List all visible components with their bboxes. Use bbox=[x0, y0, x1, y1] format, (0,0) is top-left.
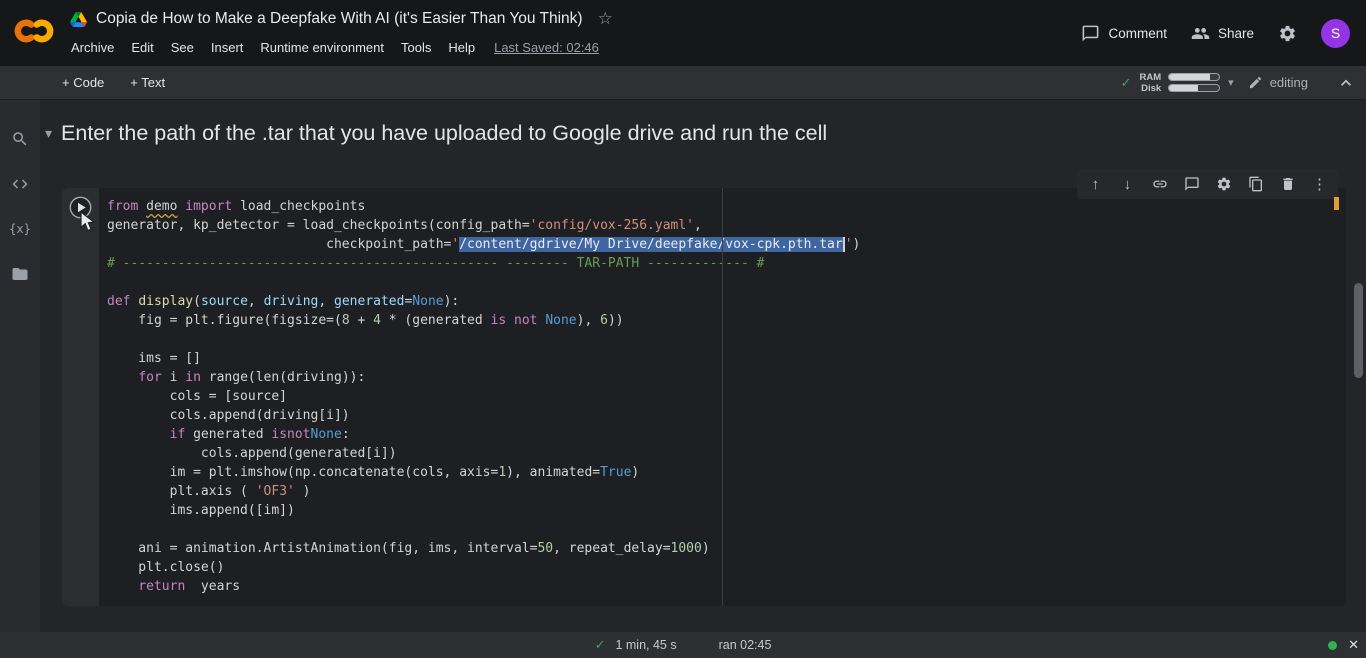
code-line[interactable]: ims.append([im]) bbox=[107, 501, 1346, 520]
code-cell[interactable]: ↑ ↓ ⋮ bbox=[62, 188, 1346, 606]
collapse-section-icon[interactable]: ▾ bbox=[45, 125, 52, 142]
code-line[interactable]: cols.append(driving[i]) bbox=[107, 406, 1346, 425]
code-line[interactable] bbox=[107, 520, 1346, 539]
comment-label: Comment bbox=[1108, 26, 1167, 41]
status-bar: ✓ 1 min, 45 s ran 02:45 ✕ bbox=[0, 632, 1366, 658]
avatar[interactable]: S bbox=[1321, 19, 1350, 48]
ram-label: RAM bbox=[1140, 72, 1162, 83]
ram-usage-bar bbox=[1168, 73, 1220, 81]
code-line[interactable]: return years bbox=[107, 577, 1346, 596]
share-label: Share bbox=[1218, 26, 1254, 41]
code-line[interactable]: plt.close() bbox=[107, 558, 1346, 577]
column-ruler bbox=[722, 188, 723, 606]
code-line[interactable]: checkpoint_path='/content/gdrive/My Driv… bbox=[107, 235, 1346, 254]
mouse-cursor bbox=[80, 211, 97, 233]
colab-logo-icon[interactable] bbox=[12, 16, 56, 46]
files-folder-icon[interactable] bbox=[11, 265, 29, 283]
status-check-icon: ✓ bbox=[595, 637, 606, 653]
code-line[interactable] bbox=[107, 273, 1346, 292]
code-line[interactable]: ani = animation.ArtistAnimation(fig, ims… bbox=[107, 539, 1346, 558]
code-line[interactable]: cols = [source] bbox=[107, 387, 1346, 406]
disk-usage-bar bbox=[1168, 84, 1220, 92]
editing-label: editing bbox=[1270, 75, 1308, 90]
menu-item-edit[interactable]: Edit bbox=[131, 40, 153, 55]
code-line[interactable]: im = plt.imshow(np.concatenate(cols, axi… bbox=[107, 463, 1346, 482]
code-line[interactable]: fig = plt.figure(figsize=(8 + 4 * (gener… bbox=[107, 311, 1346, 330]
disk-label: Disk bbox=[1140, 83, 1162, 94]
page-scrollbar-thumb[interactable] bbox=[1354, 283, 1363, 378]
code-line[interactable] bbox=[107, 330, 1346, 349]
add-text-button[interactable]: + Text bbox=[130, 75, 165, 90]
section-heading[interactable]: Enter the path of the .tar that you have… bbox=[61, 121, 827, 146]
execution-duration: 1 min, 45 s bbox=[615, 638, 676, 652]
code-line[interactable]: if generated isnotNone: bbox=[107, 425, 1346, 444]
editing-mode-button[interactable]: editing bbox=[1248, 75, 1308, 90]
variables-icon[interactable]: {x} bbox=[11, 220, 29, 238]
menu-item-runtime-environment[interactable]: Runtime environment bbox=[260, 40, 384, 55]
comment-button[interactable]: Comment bbox=[1081, 24, 1167, 43]
last-saved-link[interactable]: Last Saved: 02:46 bbox=[494, 40, 599, 55]
code-snippets-icon[interactable] bbox=[11, 175, 29, 193]
collapse-header-icon[interactable] bbox=[1336, 73, 1356, 93]
menu-item-see[interactable]: See bbox=[171, 40, 194, 55]
execution-time: ran 02:45 bbox=[719, 638, 772, 652]
code-line[interactable]: for i in range(len(driving)): bbox=[107, 368, 1346, 387]
code-line[interactable]: from demo import load_checkpoints bbox=[107, 197, 1346, 216]
code-line[interactable]: # --------------------------------------… bbox=[107, 254, 1346, 273]
settings-gear-icon[interactable] bbox=[1278, 24, 1297, 43]
people-icon bbox=[1191, 24, 1210, 43]
code-line[interactable]: cols.append(generated[i]) bbox=[107, 444, 1346, 463]
markdown-cell[interactable]: ▾ Enter the path of the .tar that you ha… bbox=[45, 121, 827, 146]
kernel-status-dot bbox=[1328, 641, 1337, 650]
notebook-toolbar: + Code + Text ✓ RAM Disk ▾ editing bbox=[0, 66, 1366, 100]
pencil-icon bbox=[1248, 75, 1263, 90]
resources-caret-icon[interactable]: ▾ bbox=[1228, 76, 1234, 89]
code-line[interactable]: def display(source, driving, generated=N… bbox=[107, 292, 1346, 311]
search-icon[interactable] bbox=[11, 130, 29, 148]
menu-item-archive[interactable]: Archive bbox=[71, 40, 114, 55]
menu-bar: Archive Edit See Insert Runtime environment T… bbox=[71, 40, 475, 55]
code-line[interactable]: ims = [] bbox=[107, 349, 1346, 368]
resources-indicator[interactable]: RAM Disk bbox=[1140, 72, 1221, 94]
cell-gutter bbox=[62, 188, 99, 606]
share-button[interactable]: Share bbox=[1191, 24, 1254, 43]
app-header: Copia de How to Make a Deepfake With AI … bbox=[0, 0, 1366, 66]
drive-icon bbox=[70, 12, 87, 27]
close-statusbar-icon[interactable]: ✕ bbox=[1348, 637, 1359, 653]
menu-item-insert[interactable]: Insert bbox=[211, 40, 244, 55]
comment-icon bbox=[1081, 24, 1100, 43]
star-icon[interactable]: ☆ bbox=[598, 9, 613, 29]
notebook-area: ▾ Enter the path of the .tar that you ha… bbox=[40, 100, 1366, 632]
menu-item-help[interactable]: Help bbox=[448, 40, 475, 55]
left-sidebar: {x} bbox=[0, 66, 40, 632]
notebook-title[interactable]: Copia de How to Make a Deepfake With AI … bbox=[96, 10, 583, 28]
code-line[interactable]: generator, kp_detector = load_checkpoint… bbox=[107, 216, 1346, 235]
code-line[interactable]: plt.axis ( 'OF3' ) bbox=[107, 482, 1346, 501]
overview-ruler-marker bbox=[1334, 197, 1339, 210]
add-code-button[interactable]: + Code bbox=[62, 75, 104, 90]
colab-app: Copia de How to Make a Deepfake With AI … bbox=[0, 0, 1366, 658]
menu-item-tools[interactable]: Tools bbox=[401, 40, 431, 55]
resources-check-icon: ✓ bbox=[1121, 75, 1132, 91]
